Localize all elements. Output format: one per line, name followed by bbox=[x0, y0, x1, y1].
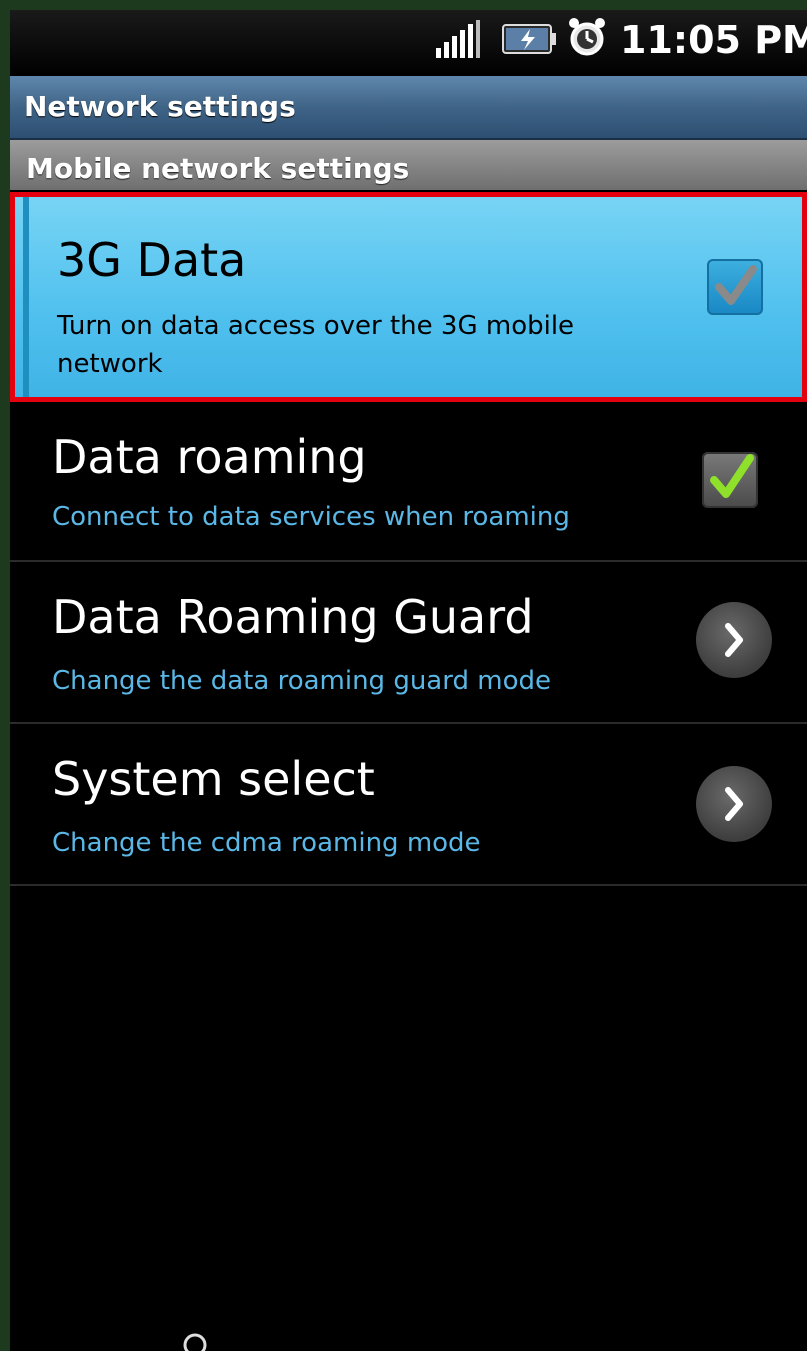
section-header: Mobile network settings bbox=[10, 140, 807, 190]
setting-data-roaming-guard[interactable]: Data Roaming Guard Change the data roami… bbox=[10, 562, 807, 722]
setting-3g-data[interactable]: 3G Data Turn on data access over the 3G … bbox=[10, 192, 807, 402]
divider bbox=[10, 884, 807, 886]
chevron-right-icon[interactable] bbox=[696, 602, 772, 678]
alarm-clock-icon bbox=[569, 18, 605, 56]
setting-summary: Change the data roaming guard mode bbox=[52, 666, 551, 696]
status-time: 11:05 PM bbox=[620, 18, 807, 62]
section-header-label: Mobile network settings bbox=[26, 152, 410, 185]
chevron-right-icon[interactable] bbox=[696, 766, 772, 842]
setting-title: Data Roaming Guard bbox=[52, 590, 534, 644]
page-title: Network settings bbox=[24, 90, 296, 123]
battery-charging-icon bbox=[502, 24, 556, 54]
setting-summary: Connect to data services when roaming bbox=[52, 502, 570, 532]
checkmark-icon bbox=[710, 454, 754, 498]
focus-accent-bar bbox=[23, 197, 29, 397]
checkmark-icon bbox=[715, 265, 757, 305]
setting-title: Data roaming bbox=[52, 430, 367, 484]
3g-data-checkbox[interactable] bbox=[707, 259, 763, 315]
title-bar: Network settings bbox=[10, 76, 807, 140]
setting-title: System select bbox=[52, 752, 375, 806]
setting-title: 3G Data bbox=[57, 233, 247, 287]
data-roaming-checkbox[interactable] bbox=[702, 452, 758, 508]
partial-gear-icon bbox=[183, 1333, 207, 1351]
setting-summary: Turn on data access over the 3G mobile n… bbox=[57, 311, 575, 379]
signal-icon bbox=[436, 20, 480, 58]
setting-summary: Change the cdma roaming mode bbox=[52, 828, 481, 858]
setting-data-roaming[interactable]: Data roaming Connect to data services wh… bbox=[10, 402, 807, 560]
setting-system-select[interactable]: System select Change the cdma roaming mo… bbox=[10, 724, 807, 884]
